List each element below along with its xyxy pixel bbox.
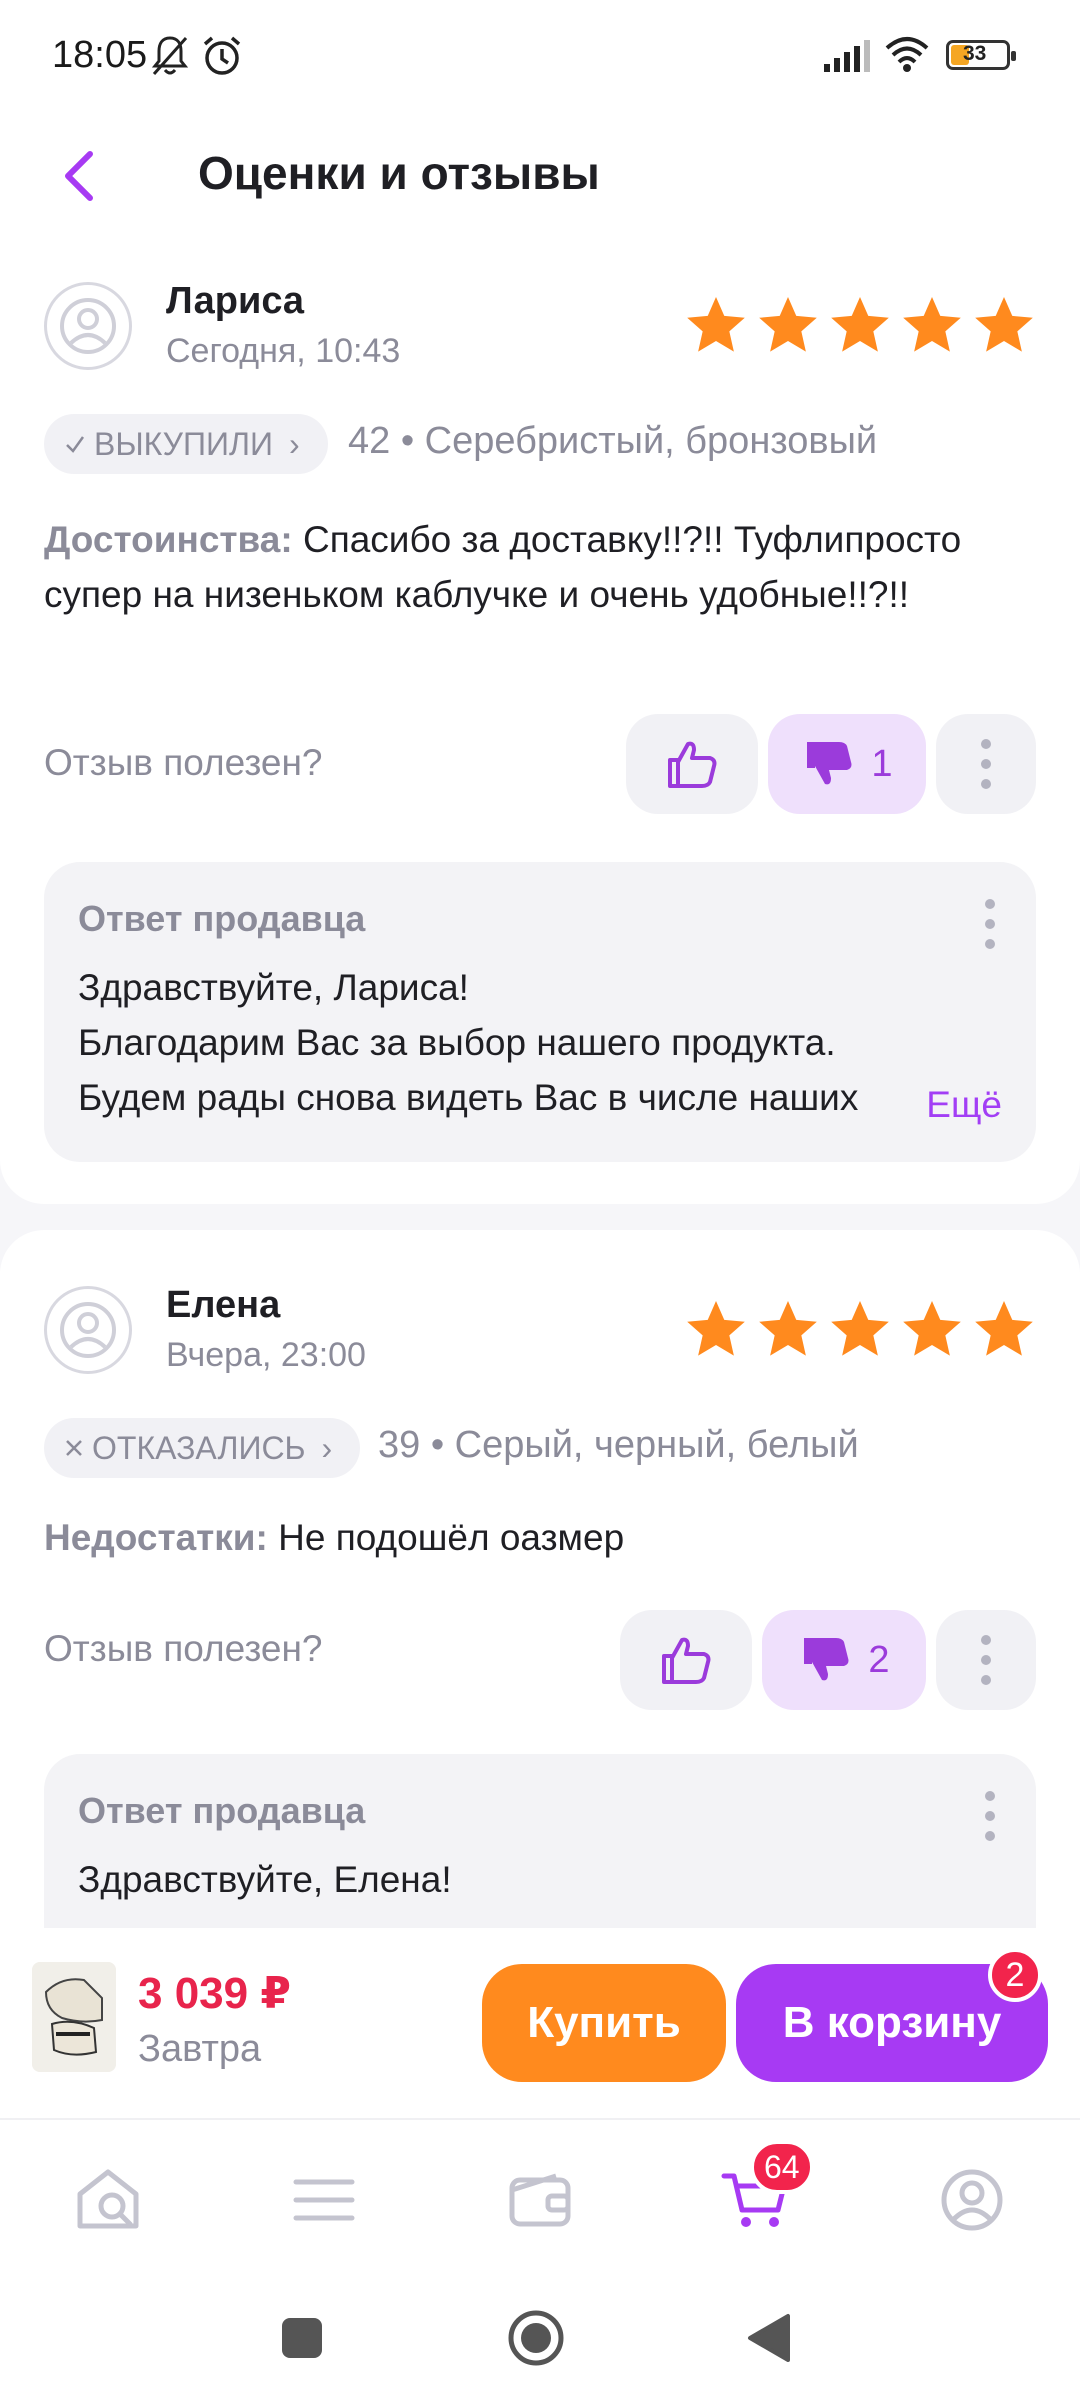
chevron-right-icon: ›	[289, 425, 300, 462]
shoe-image	[32, 1962, 116, 2072]
battery-level: 33	[963, 42, 987, 65]
star-icon	[903, 297, 961, 352]
seller-reply: Ответ продавца Здравствуйте, Лариса! Бла…	[44, 862, 1036, 1162]
battery-icon: 33	[946, 40, 1016, 70]
kebab-menu-icon[interactable]	[984, 1790, 996, 1842]
thumbs-down-icon	[804, 1638, 849, 1681]
helpful-label: Отзыв полезен?	[44, 742, 323, 783]
star-icon	[903, 1301, 961, 1356]
star-icon	[687, 297, 745, 352]
rating-stars	[684, 1298, 1036, 1360]
star-icon	[975, 297, 1033, 352]
thumbs-down-icon	[807, 742, 852, 785]
profile-icon[interactable]	[936, 2164, 1008, 2236]
star-icon	[759, 1301, 817, 1356]
avatar	[44, 1286, 132, 1374]
status-label: ВЫКУПИЛИ	[94, 425, 273, 462]
review-author: Лариса	[166, 280, 305, 322]
reply-line: Здравствуйте, Лариса!	[78, 967, 469, 1008]
home-search-icon[interactable]	[72, 2164, 144, 2236]
review-card: Лариса Сегодня, 10:43 ВЫКУПИЛИ › 42 • Се…	[0, 244, 1080, 1204]
user-icon	[60, 298, 116, 354]
chevron-right-icon: ›	[321, 1429, 333, 1466]
delivery-date: Завтра	[138, 2028, 262, 2070]
buy-bar: 3 039 ₽ Завтра Купить В корзину 2	[0, 1928, 1080, 2118]
like-button[interactable]	[626, 714, 758, 814]
alarm-icon	[203, 36, 241, 75]
user-icon	[60, 1302, 116, 1358]
home-button-icon[interactable]	[506, 2308, 566, 2368]
check-icon	[66, 436, 85, 453]
status-chip[interactable]: ОТКАЗАЛИСЬ ›	[44, 1418, 361, 1478]
star-icon	[831, 1301, 889, 1356]
catalog-icon[interactable]	[288, 2164, 360, 2236]
signal-icon	[824, 40, 870, 72]
like-button[interactable]	[620, 1610, 752, 1710]
status-label: ОТКАЗАЛИСЬ	[92, 1429, 306, 1466]
avatar	[44, 282, 132, 370]
status-chip[interactable]: ВЫКУПИЛИ ›	[44, 414, 328, 474]
nav-cart-badge: 64	[750, 2140, 814, 2194]
more-options-button[interactable]	[936, 714, 1036, 814]
review-date: Сегодня, 10:43	[166, 332, 401, 370]
seller-reply-text: Здравствуйте, Елена!	[78, 1852, 1008, 1907]
star-icon	[687, 1301, 745, 1356]
buy-button[interactable]: Купить	[482, 1964, 726, 2082]
rating-stars	[684, 294, 1036, 356]
wallet-icon[interactable]	[504, 2164, 576, 2236]
kebab-menu-icon	[981, 739, 991, 789]
header: Оценки и отзывы	[0, 116, 1080, 244]
wifi-icon	[885, 37, 929, 72]
cart-count-badge: 2	[988, 1948, 1042, 2002]
seller-reply-title: Ответ продавца	[78, 1790, 366, 1831]
dislike-button[interactable]: 1	[768, 714, 926, 814]
system-nav-bar	[0, 2278, 1080, 2400]
review-text-body: Не подошёл оазмер	[267, 1517, 625, 1558]
show-more-link[interactable]: Ещё	[866, 1084, 1002, 1126]
review-author: Елена	[166, 1284, 281, 1326]
product-price: 3 039 ₽	[138, 1969, 291, 2018]
dislike-count: 1	[871, 742, 893, 785]
review-text: Недостатки: Не подошёл оазмер	[44, 1510, 1034, 1565]
star-icon	[759, 297, 817, 352]
kebab-menu-icon[interactable]	[984, 898, 996, 950]
dislike-count: 2	[868, 1638, 890, 1681]
review-variant: 42 • Серебристый, бронзовый	[348, 420, 878, 462]
page-title: Оценки и отзывы	[198, 147, 600, 199]
bottom-nav: 64	[0, 2118, 1080, 2278]
thumbs-up-icon	[662, 1637, 711, 1684]
status-bar: 18:05 33	[0, 0, 1080, 116]
seller-reply-title: Ответ продавца	[78, 898, 366, 939]
review-text-label: Достоинства:	[44, 519, 293, 560]
review-text-label: Недостатки:	[44, 1517, 268, 1558]
product-thumbnail[interactable]	[32, 1962, 116, 2072]
more-options-button[interactable]	[936, 1610, 1036, 1710]
kebab-menu-icon	[981, 1635, 991, 1685]
reply-line: Благодарим Вас за выбор нашего продукта.	[78, 1022, 836, 1063]
mute-icon	[151, 36, 189, 75]
recent-apps-icon[interactable]	[280, 2316, 324, 2360]
review-card: Елена Вчера, 23:00 ОТКАЗАЛИСЬ › 39 • Сер…	[0, 1230, 1080, 1974]
review-date: Вчера, 23:00	[166, 1336, 366, 1374]
status-time: 18:05	[52, 34, 148, 76]
helpful-label: Отзыв полезен?	[44, 1628, 323, 1669]
star-icon	[831, 297, 889, 352]
thumbs-up-icon	[668, 741, 717, 788]
dislike-button[interactable]: 2	[762, 1610, 926, 1710]
review-variant: 39 • Серый, черный, белый	[378, 1424, 859, 1466]
back-button-icon[interactable]	[744, 2312, 794, 2364]
cross-icon	[66, 1440, 82, 1456]
review-text: Достоинства: Спасибо за доставку!!?!! Ту…	[44, 512, 1034, 622]
reply-line: Здравствуйте, Елена!	[78, 1859, 452, 1900]
back-arrow-icon[interactable]	[52, 146, 112, 206]
star-icon	[975, 1301, 1033, 1356]
